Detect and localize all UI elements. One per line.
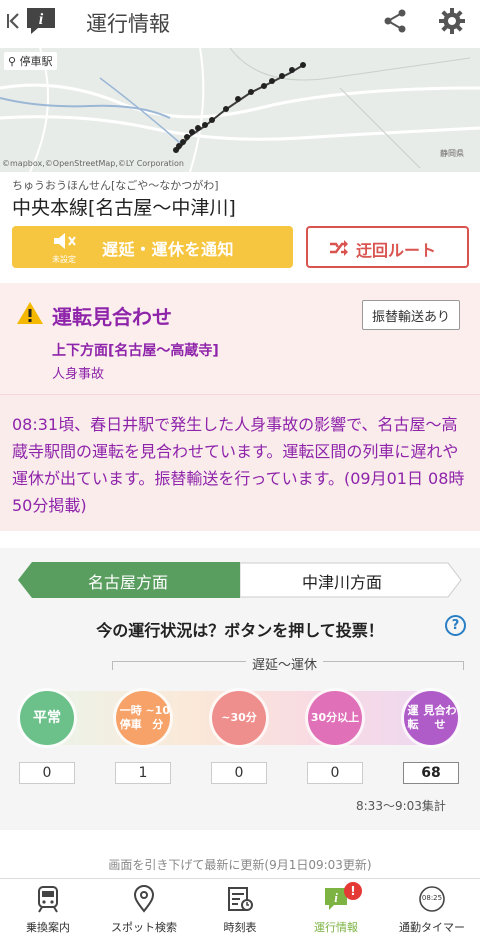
- map-city-label: 静岡県: [440, 149, 464, 158]
- range-label: 遅延～運休: [246, 654, 324, 673]
- tab-direction-nagoya-label: 名古屋方面: [88, 573, 169, 592]
- alert-title: 運転見合わせ: [52, 305, 172, 329]
- vote-count: 0: [19, 762, 75, 784]
- vote-option-button[interactable]: 平常: [20, 691, 74, 745]
- nav-label-spot: スポット検索: [111, 921, 177, 934]
- notify-label: 遅延・運休を通知: [102, 240, 235, 259]
- info-logo-icon: i: [27, 8, 55, 34]
- alert-direction: 上下方面[名古屋～高蔵寺]: [52, 343, 219, 359]
- nav-item-timetable[interactable]: 時刻表: [192, 879, 288, 937]
- nav-label-service-info: 運行情報: [314, 921, 358, 934]
- nav-label-timer: 通勤タイマー: [399, 921, 465, 934]
- vote-count: 68: [403, 762, 459, 784]
- vote-option-label: 一時停車: [119, 704, 142, 731]
- back-icon[interactable]: [6, 12, 20, 30]
- vote-option-button[interactable]: 30分 以上: [308, 691, 362, 745]
- map-pin-icon: [133, 885, 155, 913]
- detour-label: 迂回ルート: [356, 241, 437, 260]
- app-header: i 運行情報: [0, 0, 480, 44]
- notify-delay-button[interactable]: 未設定 遅延・運休を通知: [12, 226, 293, 268]
- detour-icon: [330, 240, 348, 256]
- alert-cause: 人身事故: [52, 367, 105, 382]
- page-title: 運行情報: [86, 12, 170, 36]
- timer-time: 08:25: [421, 894, 443, 902]
- share-icon[interactable]: [382, 8, 408, 34]
- vote-option-label: 見合わせ: [423, 704, 457, 731]
- status-alert-panel: 運転見合わせ 振替輸送あり 上下方面[名古屋～高蔵寺] 人身事故 08:31頃、…: [0, 283, 480, 531]
- nav-item-spot[interactable]: スポット検索: [96, 879, 192, 937]
- vote-option-button[interactable]: 一時停車 ~10分: [116, 691, 170, 745]
- nav-label-transit: 乗換案内: [26, 921, 70, 934]
- vote-option-label: ~30分: [221, 711, 257, 724]
- vote-option-label: 運転: [407, 704, 419, 731]
- vote-panel: 名古屋方面 中津川方面 今の運行状況は？ボタンを押して投票！ ? 遅延～運休 平…: [0, 548, 480, 830]
- map-canvas: [0, 48, 480, 172]
- refresh-hint: 画面を引き下げて最新に更新(9月1日09:03更新): [108, 858, 372, 872]
- vote-option-button[interactable]: 運転 見合わせ: [404, 691, 458, 745]
- vote-period: 8:33〜9:03集計: [356, 799, 446, 813]
- direction-tabs: 名古屋方面 中津川方面: [18, 562, 462, 598]
- notify-unset-label: 未設定: [52, 255, 76, 264]
- line-name: 中央本線[名古屋～中津川]: [12, 197, 236, 219]
- detour-route-button[interactable]: 迂回ルート: [306, 226, 469, 268]
- train-icon: [38, 886, 58, 913]
- nav-item-transit[interactable]: 乗換案内: [0, 879, 96, 937]
- transfer-badge: 振替輸送あり: [362, 300, 460, 330]
- speaker-muted-icon: [54, 233, 76, 249]
- alert-badge: !: [344, 882, 362, 900]
- vote-option-label: 以上: [337, 711, 360, 724]
- alert-summary: 運転見合わせ 振替輸送あり 上下方面[名古屋～高蔵寺] 人身事故: [0, 283, 480, 395]
- vote-count: 0: [307, 762, 363, 784]
- route-map[interactable]: 静岡県: [0, 48, 480, 172]
- vote-option-button[interactable]: ~30分: [212, 691, 266, 745]
- nav-item-service-info[interactable]: i ! 運行情報: [288, 879, 384, 937]
- vote-option-label: 30分: [310, 711, 338, 724]
- tab-direction-nakatsugawa-label: 中津川方面: [302, 573, 383, 592]
- stops-label-text: 停車駅: [19, 55, 53, 68]
- vote-question: 今の運行状況は？ボタンを押して投票！: [96, 621, 384, 640]
- map-credit: ©mapbox,©OpenStreetMap,©LY Corporation: [2, 159, 184, 168]
- gear-icon[interactable]: [438, 7, 466, 35]
- vote-option-label: ~10分: [145, 704, 170, 731]
- nav-label-timetable: 時刻表: [223, 921, 257, 934]
- stops-label[interactable]: ⚲ 停車駅: [4, 52, 57, 70]
- alert-detail-text: 08:31頃、春日井駅で発生した人身事故の影響で、名古屋～高蔵寺駅間の運転を見合…: [12, 415, 465, 515]
- vote-option-label: 平常: [33, 710, 61, 726]
- help-icon[interactable]: ?: [445, 615, 466, 636]
- warning-icon: [17, 302, 43, 324]
- bottom-nav: 乗換案内 スポット検索 時刻表 i ! 運行情報 08:25 通勤タイマー: [0, 878, 480, 937]
- svg-text:i: i: [39, 11, 44, 28]
- location-pin-icon: ⚲: [8, 55, 17, 68]
- vote-count: 0: [211, 762, 267, 784]
- nav-item-timer[interactable]: 08:25 通勤タイマー: [384, 879, 480, 937]
- timetable-icon: [228, 887, 253, 911]
- line-furigana: ちゅうおうほんせん[なごや～なかつがわ]: [12, 179, 219, 192]
- vote-count: 1: [115, 762, 171, 784]
- svg-text:i: i: [334, 890, 338, 905]
